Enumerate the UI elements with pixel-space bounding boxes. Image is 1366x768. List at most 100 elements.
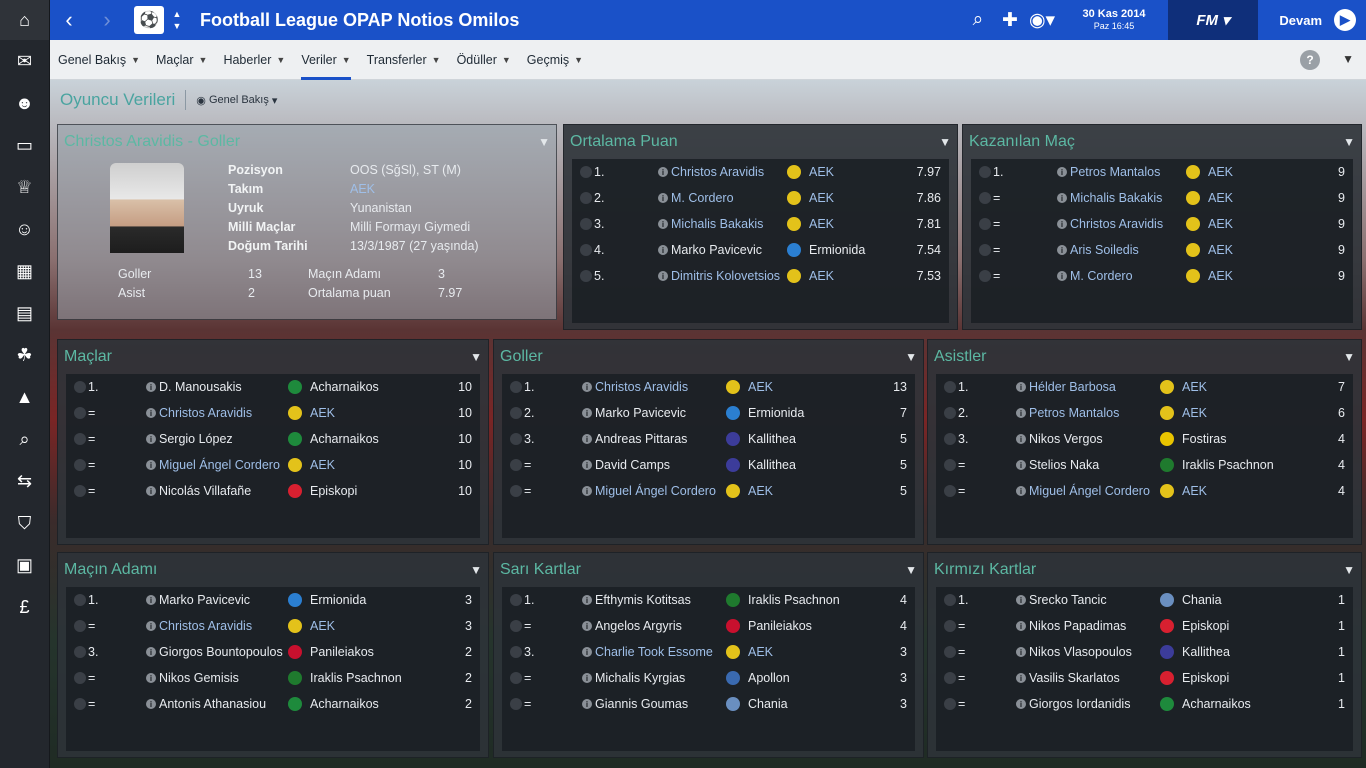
club-name[interactable]: AEK bbox=[809, 191, 834, 205]
player-cell[interactable]: i Aris Soiledis bbox=[1057, 243, 1139, 257]
info-icon[interactable]: i bbox=[146, 673, 156, 683]
club-name[interactable]: AEK bbox=[748, 380, 773, 394]
staff-icon[interactable]: ☺ bbox=[0, 208, 49, 250]
info-icon[interactable]: i bbox=[582, 595, 592, 605]
select-checkbox[interactable] bbox=[979, 270, 991, 282]
select-checkbox[interactable] bbox=[944, 485, 956, 497]
info-icon[interactable]: i bbox=[146, 699, 156, 709]
inbox-icon[interactable]: ✉ bbox=[0, 40, 49, 82]
player-cell[interactable]: i Miguel Ángel Cordero bbox=[146, 458, 280, 472]
club-name[interactable]: Acharnaikos bbox=[310, 380, 379, 394]
info-icon[interactable]: i bbox=[1057, 271, 1067, 281]
list-item[interactable]: = i Miguel Ángel Cordero AEK 5 bbox=[502, 478, 915, 504]
club-cell[interactable]: Panileiakos bbox=[726, 619, 812, 633]
list-item[interactable]: 3. i Nikos Vergos Fostiras 4 bbox=[936, 426, 1353, 452]
player-name[interactable]: Christos Aravidis bbox=[159, 619, 252, 633]
info-icon[interactable]: i bbox=[146, 647, 156, 657]
player-cell[interactable]: i Petros Mantalos bbox=[1016, 406, 1119, 420]
player-cell[interactable]: i Vasilis Skarlatos bbox=[1016, 671, 1120, 685]
list-item[interactable]: = i M. Cordero AEK 9 bbox=[971, 263, 1353, 289]
select-checkbox[interactable] bbox=[510, 594, 522, 606]
player-name[interactable]: Marko Pavicevic bbox=[595, 406, 686, 420]
club-cell[interactable]: AEK bbox=[288, 458, 335, 472]
tab-transferler[interactable]: Transferler ▼ bbox=[367, 40, 441, 80]
club-name[interactable]: AEK bbox=[310, 406, 335, 420]
list-item[interactable]: 3. i Andreas Pittaras Kallithea 5 bbox=[502, 426, 915, 452]
info-icon[interactable]: i bbox=[146, 434, 156, 444]
search-icon[interactable]: ⌕ bbox=[0, 418, 49, 460]
club-name[interactable]: Ermionida bbox=[809, 243, 865, 257]
player-cell[interactable]: i Dimitris Kolovetsios bbox=[658, 269, 780, 283]
list-item[interactable]: 3. i Michalis Bakakis AEK 7.81 bbox=[572, 211, 949, 237]
info-icon[interactable]: i bbox=[582, 460, 592, 470]
select-checkbox[interactable] bbox=[944, 381, 956, 393]
club-name[interactable]: Episkopi bbox=[310, 484, 357, 498]
player-cell[interactable]: i Michalis Bakakis bbox=[658, 217, 763, 231]
club-cell[interactable]: AEK bbox=[787, 191, 834, 205]
player-name[interactable]: Vasilis Skarlatos bbox=[1029, 671, 1120, 685]
select-checkbox[interactable] bbox=[580, 270, 592, 282]
chevron-down-icon[interactable]: ▼ bbox=[905, 563, 917, 577]
club-cell[interactable]: AEK bbox=[787, 165, 834, 179]
player-cell[interactable]: i Christos Aravidis bbox=[658, 165, 764, 179]
chevron-down-icon[interactable]: ▼ bbox=[939, 135, 951, 149]
continue-button[interactable]: Devam ▶ bbox=[1258, 0, 1366, 40]
info-icon[interactable]: i bbox=[582, 382, 592, 392]
select-checkbox[interactable] bbox=[580, 244, 592, 256]
player-cell[interactable]: i Sergio López bbox=[146, 432, 233, 446]
player-name[interactable]: Antonis Athanasiou bbox=[159, 697, 266, 711]
player-name[interactable]: Miguel Ángel Cordero bbox=[595, 484, 716, 498]
info-icon[interactable]: i bbox=[582, 621, 592, 631]
player-name[interactable]: Giorgos Bountopoulos bbox=[159, 645, 283, 659]
select-checkbox[interactable] bbox=[74, 620, 86, 632]
info-icon[interactable]: i bbox=[1016, 434, 1026, 444]
select-checkbox[interactable] bbox=[944, 407, 956, 419]
list-item[interactable]: 1. i Christos Aravidis AEK 13 bbox=[502, 374, 915, 400]
player-name[interactable]: David Camps bbox=[595, 458, 670, 472]
list-item[interactable]: 1. i Efthymis Kotitsas Iraklis Psachnon 4 bbox=[502, 587, 915, 613]
select-checkbox[interactable] bbox=[74, 646, 86, 658]
info-icon[interactable]: i bbox=[1016, 673, 1026, 683]
list-item[interactable]: = i Miguel Ángel Cordero AEK 10 bbox=[66, 452, 480, 478]
player-cell[interactable]: i Charlie Took Essome bbox=[582, 645, 713, 659]
club-name[interactable]: Chania bbox=[748, 697, 788, 711]
club-name[interactable]: AEK bbox=[1208, 269, 1233, 283]
select-checkbox[interactable] bbox=[74, 594, 86, 606]
info-icon[interactable]: i bbox=[146, 382, 156, 392]
select-checkbox[interactable] bbox=[944, 646, 956, 658]
player-cell[interactable]: i Giorgos Iordanidis bbox=[1016, 697, 1130, 711]
club-name[interactable]: AEK bbox=[1182, 406, 1207, 420]
player-cell[interactable]: i Michalis Bakakis bbox=[1057, 191, 1162, 205]
club-cell[interactable]: Fostiras bbox=[1160, 432, 1226, 446]
club-cell[interactable]: Acharnaikos bbox=[288, 697, 379, 711]
player-cell[interactable]: i M. Cordero bbox=[1057, 269, 1133, 283]
club-cell[interactable]: AEK bbox=[1186, 217, 1233, 231]
club-name[interactable]: AEK bbox=[748, 645, 773, 659]
club-name[interactable]: Episkopi bbox=[1182, 671, 1229, 685]
club-cell[interactable]: Apollon bbox=[726, 671, 790, 685]
player-cell[interactable]: i M. Cordero bbox=[658, 191, 734, 205]
player-name[interactable]: Srecko Tancic bbox=[1029, 593, 1107, 607]
info-icon[interactable]: i bbox=[1057, 167, 1067, 177]
club-name[interactable]: Fostiras bbox=[1182, 432, 1226, 446]
player-cell[interactable]: i Christos Aravidis bbox=[146, 406, 252, 420]
fm-menu-button[interactable]: FM ▾ bbox=[1168, 0, 1258, 40]
player-name[interactable]: Petros Mantalos bbox=[1070, 165, 1160, 179]
select-checkbox[interactable] bbox=[510, 646, 522, 658]
player-name[interactable]: Nikos Gemisis bbox=[159, 671, 239, 685]
club-name[interactable]: Acharnaikos bbox=[310, 432, 379, 446]
player-cell[interactable]: i Marko Pavicevic bbox=[582, 406, 686, 420]
tab-genel-bakis[interactable]: Genel Bakış ▼ bbox=[58, 40, 140, 80]
club-name[interactable]: Kallithea bbox=[748, 432, 796, 446]
player-name[interactable]: Miguel Ángel Cordero bbox=[159, 458, 280, 472]
club-cell[interactable]: Iraklis Psachnon bbox=[726, 593, 840, 607]
club-cell[interactable]: AEK bbox=[1160, 406, 1207, 420]
club-name[interactable]: Panileiakos bbox=[310, 645, 374, 659]
player-cell[interactable]: i Petros Mantalos bbox=[1057, 165, 1160, 179]
club-cell[interactable]: Episkopi bbox=[1160, 619, 1229, 633]
list-item[interactable]: = i Angelos Argyris Panileiakos 4 bbox=[502, 613, 915, 639]
list-item[interactable]: = i Christos Aravidis AEK 3 bbox=[66, 613, 480, 639]
info-icon[interactable]: i bbox=[582, 673, 592, 683]
player-name[interactable]: Nikos Vlasopoulos bbox=[1029, 645, 1132, 659]
player-name[interactable]: M. Cordero bbox=[1070, 269, 1133, 283]
